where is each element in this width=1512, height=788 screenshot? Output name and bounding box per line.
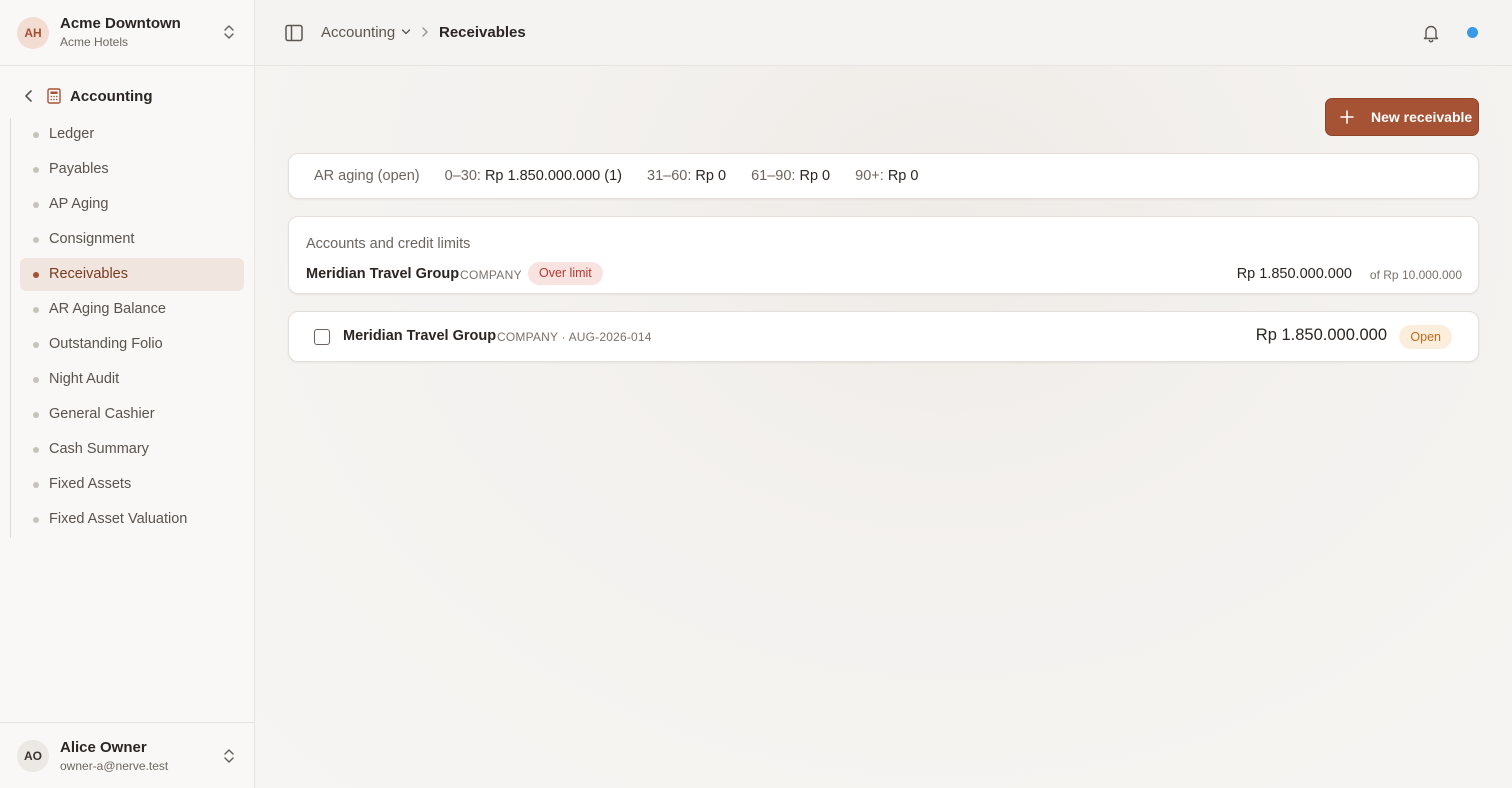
bucket-label: 90+: xyxy=(855,168,884,184)
bucket-value: Rp 0 xyxy=(799,168,831,184)
bullet-dot xyxy=(33,272,39,278)
bell-icon[interactable] xyxy=(1422,23,1440,43)
bullet-dot xyxy=(33,202,39,208)
aging-title: AR aging (open) xyxy=(314,168,420,184)
sidebar-item-night-audit[interactable]: Night Audit xyxy=(20,363,244,396)
top-header: Accounting Receivables xyxy=(255,0,1512,66)
row-checkbox[interactable] xyxy=(314,329,330,345)
account-type: COMPANY xyxy=(460,268,522,282)
new-receivable-button[interactable]: New receivable xyxy=(1325,98,1479,136)
user-name: Alice Owner xyxy=(60,739,147,756)
aging-row: AR aging (open) 0–30: Rp 1.850.000.000 (… xyxy=(314,168,939,184)
sidebar-item-label: Fixed Assets xyxy=(49,476,132,492)
sidebar-item-ap-aging[interactable]: AP Aging xyxy=(20,188,244,221)
user-email: owner-a@nerve.test xyxy=(60,759,169,773)
org-name: Acme Downtown xyxy=(60,15,181,32)
aging-bucket-61-90: 61–90: Rp 0 xyxy=(751,168,830,184)
sidebar-item-general-cashier[interactable]: General Cashier xyxy=(20,398,244,431)
aging-bucket-90-plus: 90+: Rp 0 xyxy=(855,168,918,184)
chevrons-up-down-icon xyxy=(224,749,234,763)
bullet-dot xyxy=(33,237,39,243)
bullet-dot xyxy=(33,377,39,383)
sidebar-item-label: Fixed Asset Valuation xyxy=(49,511,188,527)
bullet-dot xyxy=(33,482,39,488)
sidebar-item-outstanding-folio[interactable]: Outstanding Folio xyxy=(20,328,244,361)
bucket-label: 31–60: xyxy=(647,168,692,184)
sidebar-item-receivables[interactable]: Receivables xyxy=(20,258,244,291)
sidebar-item-fixed-asset-valuation[interactable]: Fixed Asset Valuation xyxy=(20,503,244,536)
receivable-row[interactable]: Meridian Travel Group COMPANY · AUG-2026… xyxy=(288,311,1479,362)
bucket-value: Rp 0 xyxy=(695,168,727,184)
org-switcher[interactable]: AH Acme Downtown Acme Hotels xyxy=(0,0,254,66)
bullet-dot xyxy=(33,342,39,348)
sidebar: AH Acme Downtown Acme Hotels Accounting … xyxy=(0,0,255,788)
bullet-dot xyxy=(33,517,39,523)
receivable-name: Meridian Travel Group xyxy=(343,328,497,344)
org-avatar: AH xyxy=(17,17,49,49)
sidebar-item-ar-aging-balance[interactable]: AR Aging Balance xyxy=(20,293,244,326)
bullet-dot xyxy=(33,167,39,173)
new-receivable-label: New receivable xyxy=(1371,109,1473,125)
org-subtitle: Acme Hotels xyxy=(60,35,129,49)
accounts-credit-limits: Accounts and credit limits Meridian Trav… xyxy=(288,216,1479,294)
user-avatar: AO xyxy=(17,740,49,772)
bullet-dot xyxy=(33,412,39,418)
account-name: Meridian Travel Group xyxy=(306,266,460,282)
sidebar-item-label: Receivables xyxy=(49,266,128,282)
bullet-dot xyxy=(33,307,39,313)
user-menu[interactable]: AO Alice Owner owner-a@nerve.test xyxy=(0,722,254,788)
sidebar-item-fixed-assets[interactable]: Fixed Assets xyxy=(20,468,244,501)
sidebar-item-ledger[interactable]: Ledger xyxy=(20,118,244,151)
sidebar-item-label: Ledger xyxy=(49,126,95,142)
bucket-value: Rp 1.850.000.000 (1) xyxy=(484,168,622,184)
account-balance: Rp 1.850.000.000 xyxy=(1236,266,1352,282)
sidebar-item-label: Cash Summary xyxy=(49,441,149,457)
sidebar-item-label: Consignment xyxy=(49,231,135,247)
breadcrumb-current: Receivables xyxy=(439,24,526,41)
bucket-label: 61–90: xyxy=(751,168,796,184)
chevrons-up-down-icon xyxy=(224,25,234,39)
sidebar-item-payables[interactable]: Payables xyxy=(20,153,244,186)
sidebar-toggle-icon[interactable] xyxy=(284,23,304,43)
sidebar-item-label: Night Audit xyxy=(49,371,120,387)
receivable-meta: COMPANY · AUG-2026-014 xyxy=(497,330,652,344)
aging-bucket-31-60: 31–60: Rp 0 xyxy=(647,168,726,184)
chevron-right-icon xyxy=(422,27,428,37)
accounts-title: Accounts and credit limits xyxy=(306,236,471,252)
over-limit-badge: Over limit xyxy=(528,262,603,285)
sidebar-item-label: Outstanding Folio xyxy=(49,336,163,352)
sidebar-item-label: General Cashier xyxy=(49,406,155,422)
bullet-dot xyxy=(33,132,39,138)
main-content: New receivable AR aging (open) 0–30: Rp … xyxy=(255,66,1512,788)
sidebar-item-label: Payables xyxy=(49,161,109,177)
section-header: Accounting xyxy=(0,78,254,114)
status-dot xyxy=(1467,27,1478,38)
bullet-dot xyxy=(33,447,39,453)
sidebar-item-consignment[interactable]: Consignment xyxy=(20,223,244,256)
sidebar-item-label: AR Aging Balance xyxy=(49,301,166,317)
ar-aging-summary: AR aging (open) 0–30: Rp 1.850.000.000 (… xyxy=(288,153,1479,199)
sidebar-item-label: AP Aging xyxy=(49,196,109,212)
plus-icon xyxy=(1340,110,1354,124)
calculator-icon xyxy=(47,88,61,104)
account-credit-limit: of Rp 10.000.000 xyxy=(1369,268,1462,282)
status-badge: Open xyxy=(1399,325,1452,349)
bucket-label: 0–30: xyxy=(444,168,481,184)
sidebar-item-cash-summary[interactable]: Cash Summary xyxy=(20,433,244,466)
aging-bucket-0-30: 0–30: Rp 1.850.000.000 (1) xyxy=(445,168,622,184)
bucket-value: Rp 0 xyxy=(887,168,919,184)
breadcrumb-parent[interactable]: Accounting xyxy=(321,24,395,41)
section-title: Accounting xyxy=(70,88,153,105)
receivable-amount: Rp 1.850.000.000 xyxy=(1255,326,1387,344)
chevron-down-icon[interactable] xyxy=(401,27,411,37)
sidebar-nav: Ledger Payables AP Aging Consignment Rec… xyxy=(10,118,250,538)
chevron-left-icon[interactable] xyxy=(22,88,36,104)
